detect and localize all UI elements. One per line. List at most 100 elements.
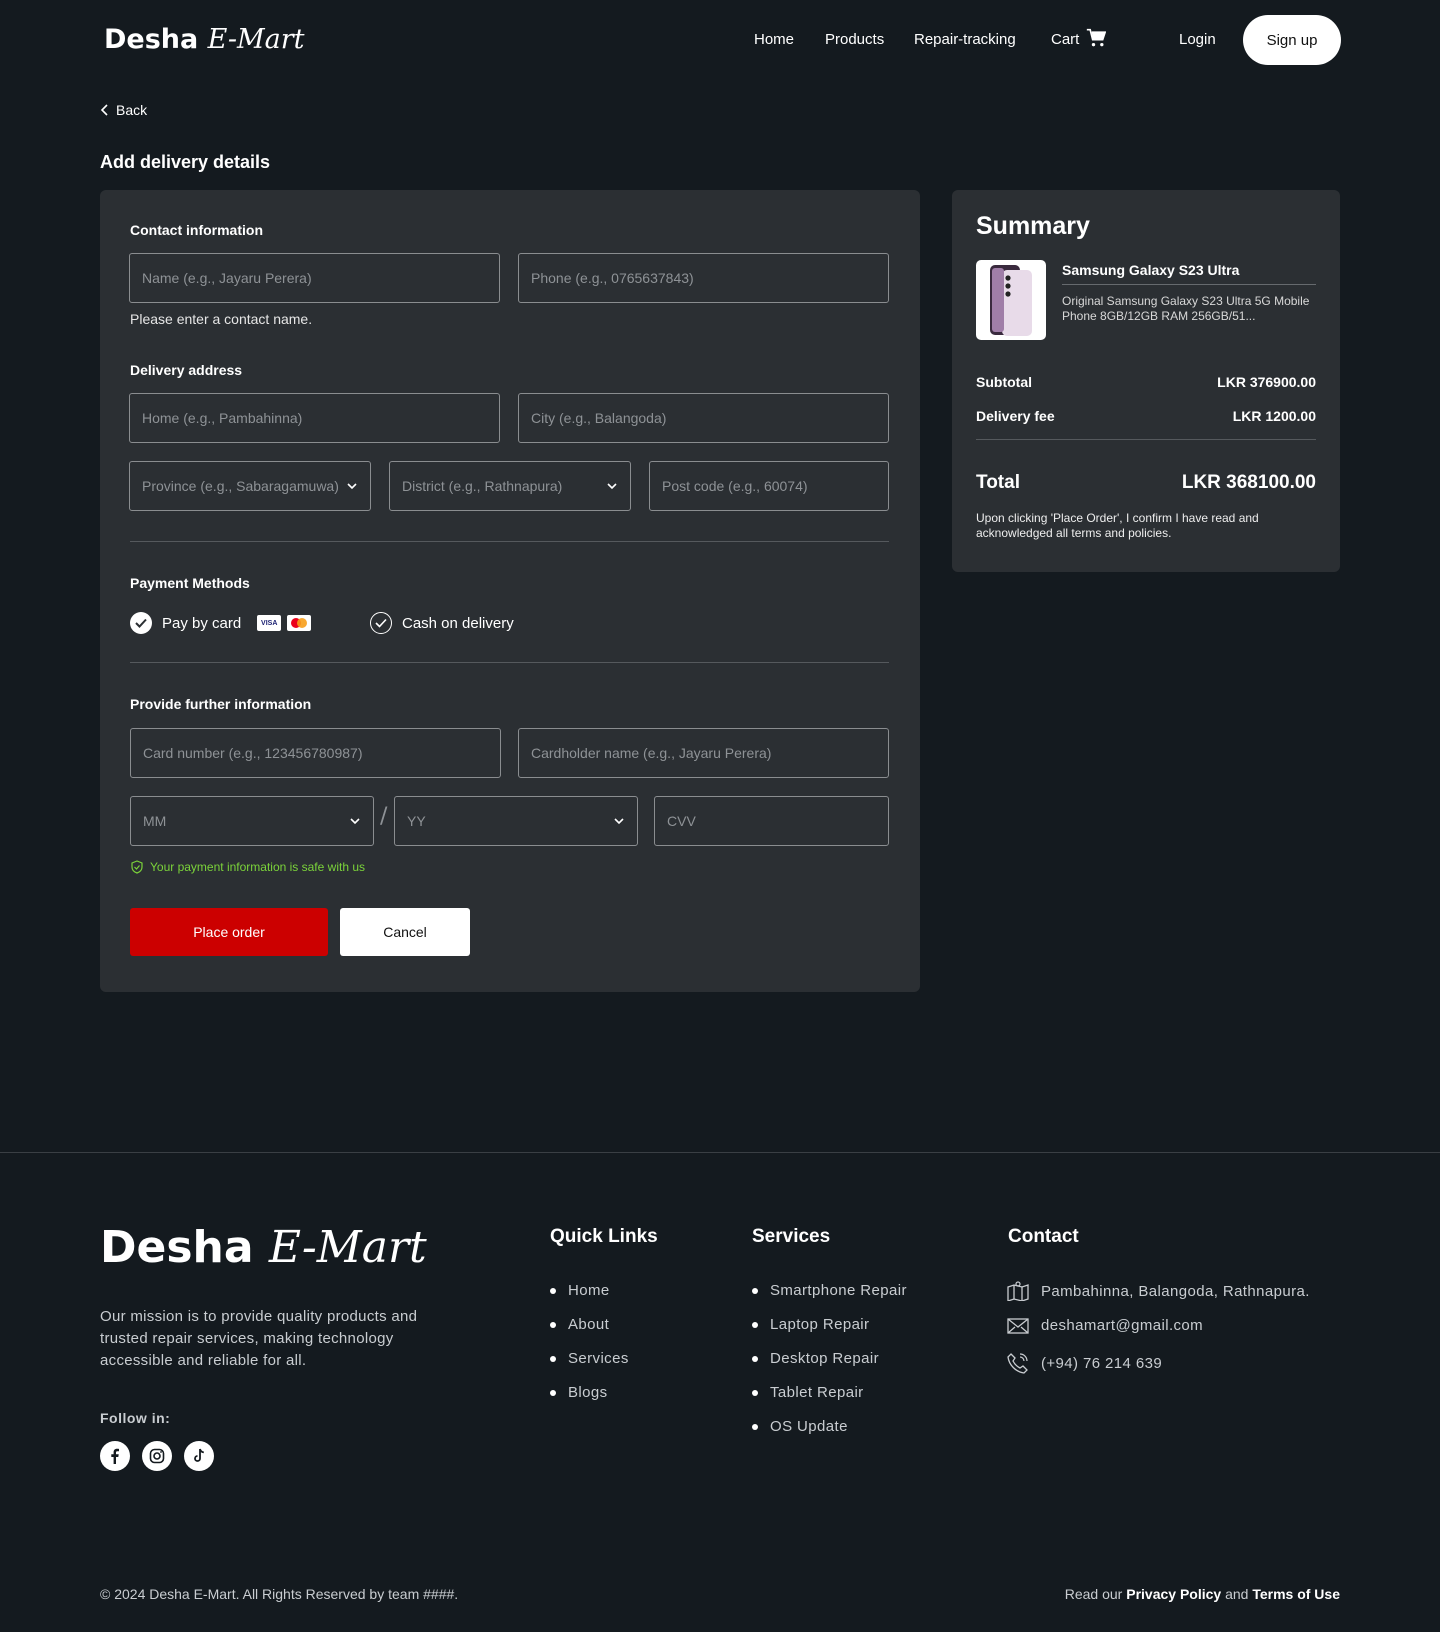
terms-note: Upon clicking 'Place Order', I confirm I… [976,511,1259,540]
policy-links: Read our Privacy Policy and Terms of Use [1065,1586,1340,1602]
expiry-year-select[interactable]: YY [394,796,638,846]
contact-email-text: deshamart@gmail.com [1041,1317,1204,1334]
delivery-fee-value: LKR 1200.00 [1232,408,1316,424]
footer-logo: Desha E-Mart [100,1222,427,1273]
postcode-field[interactable] [649,461,889,511]
contact-phone-text: (+94) 76 214 639 [1041,1354,1163,1372]
name-field[interactable] [129,253,500,303]
map-icon [1007,1281,1029,1301]
phone-field[interactable] [518,253,889,303]
card-number-field[interactable] [130,728,501,778]
chevron-down-icon [614,818,624,825]
nav-cart[interactable]: Cart [1051,31,1079,48]
card-number-input[interactable] [143,745,488,761]
pay-by-card-label: Pay by card [162,614,242,632]
contact-address: Pambahinna, Balangoda, Rathnapura. [1007,1281,1310,1301]
service-laptop-repair[interactable]: Laptop Repair [752,1316,907,1350]
instagram-icon[interactable] [142,1441,172,1471]
quick-links-title: Quick Links [550,1226,658,1247]
policy-and: and [1225,1586,1249,1602]
safe-payment-text: Your payment information is safe with us [150,860,365,874]
cart-icon[interactable] [1086,28,1106,48]
chevron-down-icon [607,483,617,490]
chevron-left-icon [100,104,108,116]
page-title: Add delivery details [100,152,271,172]
contact-phone[interactable]: (+94) 76 214 639 [1007,1352,1162,1374]
address-section-title: Delivery address [130,362,243,378]
nav-home[interactable]: Home [754,31,794,48]
name-input[interactable] [142,270,487,286]
quick-link-about[interactable]: About [550,1316,629,1350]
product-thumbnail [976,260,1046,340]
expiry-month-value: MM [143,813,167,829]
district-select[interactable]: District (e.g., Rathnapura) [389,461,631,511]
quick-links-list: Home About Services Blogs [550,1282,629,1418]
back-label: Back [116,102,148,118]
contact-address-text: Pambahinna, Balangoda, Rathnapura. [1041,1282,1310,1300]
cvv-input[interactable] [667,813,876,829]
summary-divider [976,439,1316,440]
service-os-update[interactable]: OS Update [752,1418,907,1452]
radio-unchecked-icon [370,612,392,634]
home-input[interactable] [142,410,487,426]
contact-email[interactable]: deshamart@gmail.com [1007,1317,1203,1334]
home-field[interactable] [129,393,500,443]
product-name: Samsung Galaxy S23 Ultra [1062,262,1240,278]
quick-link-services[interactable]: Services [550,1350,629,1384]
cardholder-field[interactable] [518,728,889,778]
mail-icon [1007,1317,1029,1334]
section-divider [130,541,889,542]
quick-link-blogs[interactable]: Blogs [550,1384,629,1418]
district-placeholder: District (e.g., Rathnapura) [402,478,563,494]
nav-login[interactable]: Login [1179,31,1216,48]
tiktok-icon[interactable] [184,1441,214,1471]
back-link[interactable]: Back [100,102,147,118]
total-value: LKR 368100.00 [1181,472,1316,493]
order-summary: Summary Samsung Galaxy S23 Ultra Origina… [952,190,1340,572]
phone-input[interactable] [531,270,876,286]
service-desktop-repair[interactable]: Desktop Repair [752,1350,907,1384]
cvv-field[interactable] [654,796,889,846]
cash-on-delivery-label: Cash on delivery [402,614,514,632]
chevron-down-icon [350,818,360,825]
product-description: Original Samsung Galaxy S23 Ultra 5G Mob… [1062,294,1310,323]
place-order-button[interactable]: Place order [130,908,328,956]
section-divider [130,662,889,663]
nav-repair-tracking[interactable]: Repair-tracking [914,31,1016,48]
province-select[interactable]: Province (e.g., Sabaragamuwa) [129,461,371,511]
service-tablet-repair[interactable]: Tablet Repair [752,1384,907,1418]
facebook-icon[interactable] [100,1441,130,1471]
phone-icon [1007,1353,1028,1374]
footer-divider [0,1152,1440,1153]
brand-logo[interactable]: Desha E-Mart [104,24,305,55]
mission-text: Our mission is to provide quality produc… [100,1308,418,1369]
cardholder-input[interactable] [531,745,876,761]
postcode-input[interactable] [662,478,876,494]
radio-checked-icon [130,612,152,634]
expiry-month-select[interactable]: MM [130,796,374,846]
cash-on-delivery-option[interactable]: Cash on delivery [370,612,514,634]
nav-products[interactable]: Products [825,31,884,48]
chevron-down-icon [347,483,357,490]
city-input[interactable] [531,410,876,426]
name-error-text: Please enter a contact name. [130,311,313,327]
follow-label: Follow in: [100,1410,171,1426]
visa-icon: VISA [257,615,282,631]
pay-by-card-option[interactable]: Pay by card VISA [130,612,312,634]
services-list: Smartphone Repair Laptop Repair Desktop … [752,1282,907,1452]
further-info-title: Provide further information [130,696,312,712]
service-smartphone-repair[interactable]: Smartphone Repair [752,1282,907,1316]
payment-section-title: Payment Methods [130,575,250,591]
safe-payment-note: Your payment information is safe with us [130,860,365,874]
terms-of-use-link[interactable]: Terms of Use [1252,1586,1340,1602]
cancel-button[interactable]: Cancel [340,908,470,956]
city-field[interactable] [518,393,889,443]
services-title: Services [752,1226,831,1247]
quick-link-home[interactable]: Home [550,1282,629,1316]
brand-script: E-Mart [207,24,305,55]
privacy-policy-link[interactable]: Privacy Policy [1126,1586,1221,1602]
subtotal-label: Subtotal [976,374,1032,390]
summary-title: Summary [976,212,1090,240]
total-label: Total [976,472,1020,493]
signup-button[interactable]: Sign up [1243,15,1341,65]
